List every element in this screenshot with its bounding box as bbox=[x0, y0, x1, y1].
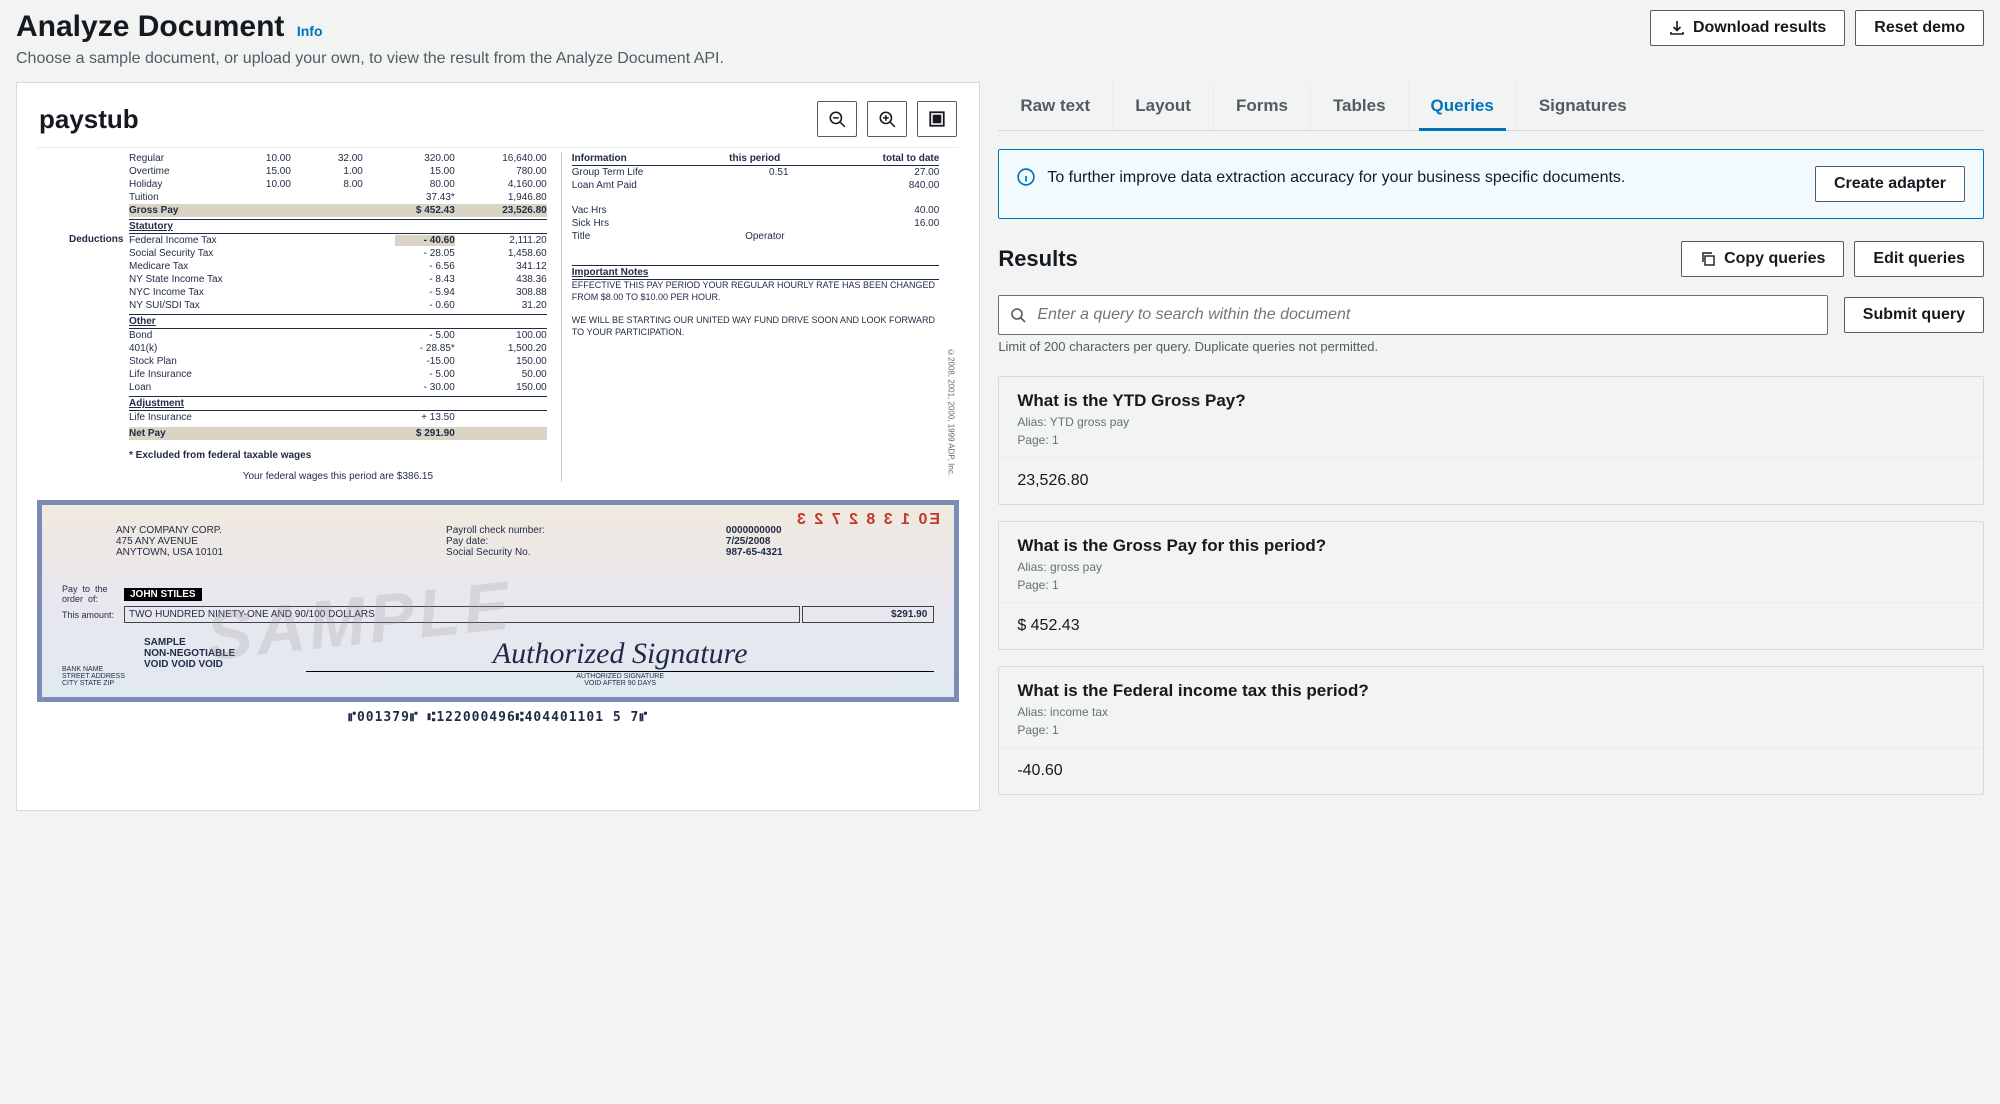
pay-to-label: Pay to the order of: bbox=[62, 584, 122, 604]
ssn: 987-65-4321 bbox=[726, 547, 934, 558]
document-preview-panel: paystub ©2008, 2001, 2000, 1999 ADP, Inc… bbox=[16, 82, 980, 811]
info-header-period: this period bbox=[729, 153, 780, 164]
payee-name: JOHN STILES bbox=[124, 588, 202, 601]
amount-num: $291.90 bbox=[802, 606, 935, 623]
zoom-out-button[interactable] bbox=[817, 101, 857, 137]
tab-forms[interactable]: Forms bbox=[1213, 82, 1310, 130]
result-page: Page: 1 bbox=[1017, 578, 1965, 592]
document-image[interactable]: ©2008, 2001, 2000, 1999 ADP, Inc. ▼ TEAR… bbox=[37, 147, 959, 725]
result-question: What is the Federal income tax this peri… bbox=[1017, 681, 1965, 701]
query-result-card: What is the Federal income tax this peri… bbox=[998, 666, 1984, 795]
page-title: Analyze Document bbox=[16, 10, 284, 43]
edit-queries-button[interactable]: Edit queries bbox=[1854, 241, 1984, 277]
document-label: paystub bbox=[39, 104, 139, 135]
create-adapter-button[interactable]: Create adapter bbox=[1815, 166, 1965, 202]
net-pay-current: $ 291.90 bbox=[395, 428, 455, 439]
fit-screen-button[interactable] bbox=[917, 101, 957, 137]
other-label: Other bbox=[129, 314, 547, 329]
query-result-card: What is the Gross Pay for this period? A… bbox=[998, 521, 1984, 650]
ssn-label: Social Security No. bbox=[446, 547, 724, 558]
gross-pay-label: Gross Pay bbox=[129, 205, 219, 216]
bank-line2: STREET ADDRESS bbox=[62, 673, 142, 680]
copy-queries-button[interactable]: Copy queries bbox=[1681, 241, 1844, 277]
tab-raw text[interactable]: Raw text bbox=[998, 82, 1112, 130]
title-label: Title bbox=[572, 231, 591, 242]
note-1: EFFECTIVE THIS PAY PERIOD YOUR REGULAR H… bbox=[572, 280, 940, 303]
zoom-in-button[interactable] bbox=[867, 101, 907, 137]
info-link[interactable]: Info bbox=[297, 23, 323, 39]
edit-queries-label: Edit queries bbox=[1873, 250, 1965, 268]
reset-demo-button[interactable]: Reset demo bbox=[1855, 10, 1984, 46]
tab-queries[interactable]: Queries bbox=[1408, 82, 1516, 130]
tab-layout[interactable]: Layout bbox=[1112, 82, 1213, 130]
excluded-note: * Excluded from federal taxable wages bbox=[129, 450, 547, 461]
pay-date: 7/25/2008 bbox=[726, 536, 934, 547]
query-result-card: What is the YTD Gross Pay? Alias: YTD gr… bbox=[998, 376, 1984, 505]
page-subtitle: Choose a sample document, or upload your… bbox=[16, 50, 724, 68]
download-results-button[interactable]: Download results bbox=[1650, 10, 1845, 46]
net-pay-label: Net Pay bbox=[129, 428, 219, 439]
void-after-label: VOID AFTER 90 DAYS bbox=[584, 680, 656, 687]
gross-pay-ytd: 23,526.80 bbox=[487, 205, 547, 216]
signature-label: AUTHORIZED SIGNATURE bbox=[576, 673, 664, 680]
result-answer: $ 452.43 bbox=[999, 602, 1983, 649]
result-question: What is the Gross Pay for this period? bbox=[1017, 536, 1965, 556]
zoom-out-icon bbox=[828, 110, 846, 128]
copyright-sidemark: ©2008, 2001, 2000, 1999 ADP, Inc. bbox=[946, 348, 955, 476]
federal-wages-note: Your federal wages this period are $386.… bbox=[129, 471, 547, 482]
result-alias: Alias: gross pay bbox=[1017, 560, 1965, 574]
submit-query-button[interactable]: Submit query bbox=[1844, 297, 1984, 333]
tab-tables[interactable]: Tables bbox=[1310, 82, 1408, 130]
company-line2: 475 ANY AVENUE bbox=[116, 536, 444, 547]
result-page: Page: 1 bbox=[1017, 723, 1965, 737]
amount-label: This amount: bbox=[62, 606, 122, 623]
adapter-notice: To further improve data extraction accur… bbox=[998, 149, 1984, 219]
info-icon bbox=[1017, 168, 1035, 186]
info-header-label: Information bbox=[572, 153, 627, 164]
submit-query-label: Submit query bbox=[1863, 306, 1965, 324]
bank-line1: BANK NAME bbox=[62, 666, 142, 673]
tab-signatures[interactable]: Signatures bbox=[1516, 82, 1649, 130]
copy-icon bbox=[1700, 251, 1716, 267]
pay-date-label: Pay date: bbox=[446, 536, 724, 547]
payroll-num-label: Payroll check number: bbox=[446, 525, 724, 536]
company-line3: ANYTOWN, USA 10101 bbox=[116, 547, 444, 558]
title-value: Operator bbox=[590, 231, 939, 242]
result-answer: -40.60 bbox=[999, 747, 1983, 794]
company-line1: ANY COMPANY CORP. bbox=[116, 525, 444, 536]
info-header-ytd: total to date bbox=[883, 153, 940, 164]
create-adapter-label: Create adapter bbox=[1834, 175, 1946, 193]
result-question: What is the YTD Gross Pay? bbox=[1017, 391, 1965, 411]
download-results-label: Download results bbox=[1693, 19, 1826, 37]
result-alias: Alias: income tax bbox=[1017, 705, 1965, 719]
download-icon bbox=[1669, 20, 1685, 36]
fit-icon bbox=[928, 110, 946, 128]
result-answer: 23,526.80 bbox=[999, 457, 1983, 504]
check-image: E0 1 3 8 2 7 2 3 SAMPLE ANY COMPANY CORP… bbox=[37, 500, 959, 702]
search-icon bbox=[1010, 307, 1026, 323]
query-limit-text: Limit of 200 characters per query. Dupli… bbox=[998, 339, 1984, 354]
reset-demo-label: Reset demo bbox=[1874, 19, 1965, 37]
result-page: Page: 1 bbox=[1017, 433, 1965, 447]
notice-text: To further improve data extraction accur… bbox=[1047, 166, 1625, 189]
copy-queries-label: Copy queries bbox=[1724, 250, 1825, 268]
adjustment-label: Adjustment bbox=[129, 396, 547, 411]
results-tabs: Raw textLayoutFormsTablesQueriesSignatur… bbox=[998, 82, 1984, 131]
note-2: WE WILL BE STARTING OUR UNITED WAY FUND … bbox=[572, 315, 940, 338]
micr-line: ⑈001379⑈ ⑆122000496⑆404401101 5 7⑈ bbox=[37, 710, 959, 725]
check-number-red: E0 1 3 8 2 7 2 3 bbox=[795, 511, 940, 529]
result-alias: Alias: YTD gross pay bbox=[1017, 415, 1965, 429]
results-title: Results bbox=[998, 246, 1077, 272]
deductions-label: Deductions bbox=[69, 152, 129, 482]
zoom-in-icon bbox=[878, 110, 896, 128]
bank-line3: CITY STATE ZIP bbox=[62, 680, 142, 687]
important-notes-label: Important Notes bbox=[572, 265, 940, 280]
query-search-input[interactable] bbox=[998, 295, 1827, 335]
gross-pay-current: $ 452.43 bbox=[395, 205, 455, 216]
statutory-label: Statutory bbox=[129, 219, 547, 234]
